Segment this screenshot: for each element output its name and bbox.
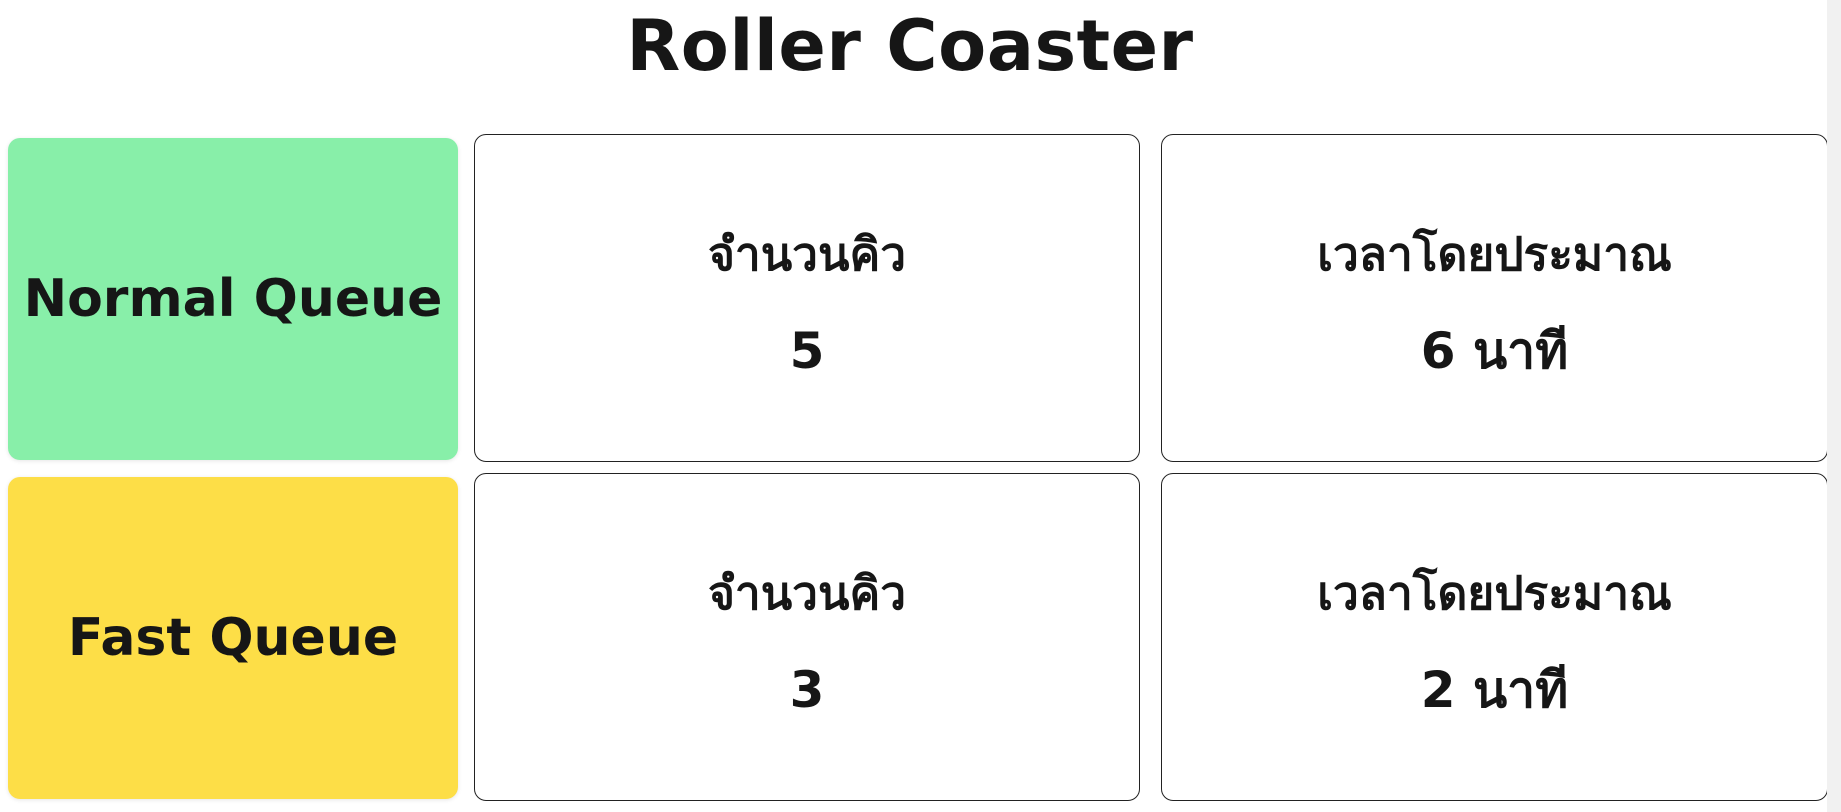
page-title: Roller Coaster [626,5,1194,87]
normal-queue-row: Normal Queue จำนวนคิว 5 เวลาโดยประมาณ 6 … [0,134,1841,466]
normal-queue-count-card: จำนวนคิว 5 [474,134,1140,462]
estimated-time-caption: เวลาโดยประมาณ [1317,566,1672,620]
fast-queue-row: Fast Queue จำนวนคิว 3 เวลาโดยประมาณ 2 นา… [0,473,1841,805]
page-scrollbar-track[interactable] [1827,0,1841,812]
estimated-time-value: 6 นาที [1420,322,1569,380]
queue-count-value: 3 [789,661,825,719]
fast-queue-label: Fast Queue [8,477,458,799]
normal-queue-label: Normal Queue [8,138,458,460]
fast-queue-time-card: เวลาโดยประมาณ 2 นาที [1161,473,1828,801]
estimated-time-value: 2 นาที [1420,661,1569,719]
estimated-time-caption: เวลาโดยประมาณ [1317,227,1672,281]
normal-queue-time-card: เวลาโดยประมาณ 6 นาที [1161,134,1828,462]
fast-queue-count-card: จำนวนคิว 3 [474,473,1140,801]
queue-count-value: 5 [789,322,825,380]
queue-count-caption: จำนวนคิว [707,566,907,620]
queue-count-caption: จำนวนคิว [707,227,907,281]
